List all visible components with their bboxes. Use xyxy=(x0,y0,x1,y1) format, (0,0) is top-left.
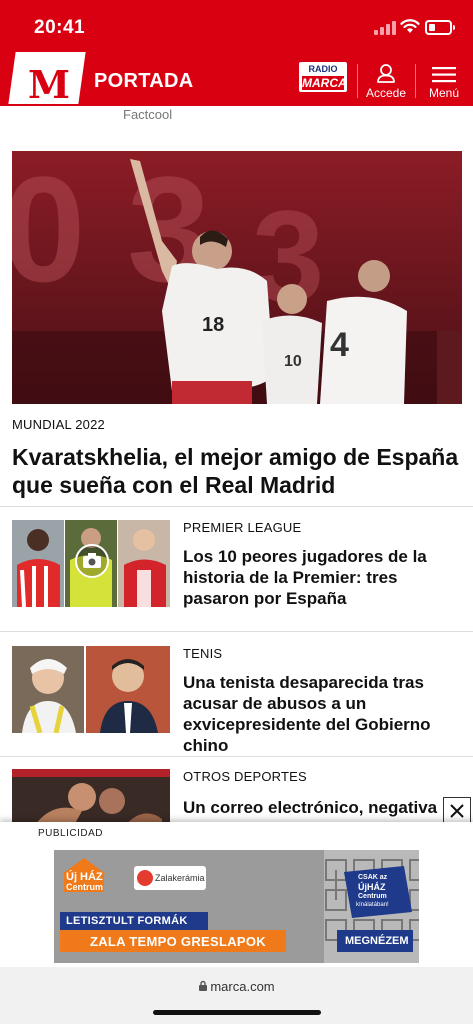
previous-item-source[interactable]: Factcool xyxy=(123,107,172,122)
ad-badge-line4: kínálatában! xyxy=(356,902,389,908)
ad-brand-line2: Centrum xyxy=(66,882,104,892)
ad-brand-zalakeramia: Zalakerámia xyxy=(155,873,205,883)
url-text: marca.com xyxy=(210,979,275,994)
article-kicker[interactable]: OTROS DEPORTES xyxy=(183,769,307,784)
divider xyxy=(0,756,473,757)
article-thumbnail[interactable] xyxy=(12,646,170,733)
ad-label: PUBLICIDAD xyxy=(38,828,104,839)
battery-icon xyxy=(425,20,455,35)
hero-photo: 0 3 3 18 10 4 xyxy=(12,151,462,404)
article-headline[interactable]: Los 10 peores jugadores de la historia d… xyxy=(183,546,463,609)
menu-button[interactable]: Menú xyxy=(420,60,468,104)
marca-label: MARCA xyxy=(302,76,347,90)
home-indicator[interactable] xyxy=(153,1010,321,1015)
ad-container: PUBLICIDAD Új HÁZ Centrum Zalakerámia LE… xyxy=(0,822,473,967)
close-icon xyxy=(450,804,464,818)
ad-headline-2: ZALA TEMPO GRESLAPOK xyxy=(90,934,266,949)
header-divider xyxy=(357,64,358,98)
article-thumbnail[interactable] xyxy=(12,520,170,607)
status-bar: 20:41 xyxy=(0,0,473,56)
lock-icon xyxy=(199,980,208,991)
ad-cta-button[interactable]: MEGNÉZEM xyxy=(345,935,409,947)
ad-badge-line2: ÚjHÁZ xyxy=(358,882,386,892)
marca-logo[interactable]: M xyxy=(28,62,70,107)
site-header: M PORTADA RADIO MARCA Accede Menú xyxy=(0,52,473,107)
status-time: 20:41 xyxy=(34,17,86,38)
account-label: Accede xyxy=(365,86,407,100)
svg-text:4: 4 xyxy=(330,326,349,364)
divider xyxy=(0,631,473,632)
ad-badge-line1: CSAK az xyxy=(358,874,388,881)
svg-text:18: 18 xyxy=(202,314,224,336)
cellular-signal-icon xyxy=(374,21,396,35)
header-divider xyxy=(415,64,416,98)
radio-marca-button[interactable]: RADIO MARCA xyxy=(299,62,347,92)
article-kicker[interactable]: PREMIER LEAGUE xyxy=(183,520,301,535)
divider xyxy=(0,506,473,507)
hero-kicker[interactable]: MUNDIAL 2022 xyxy=(12,417,105,432)
svg-text:10: 10 xyxy=(284,353,302,370)
hero-image[interactable]: 0 3 3 18 10 4 xyxy=(12,151,462,404)
browser-address-bar[interactable]: marca.com xyxy=(0,967,473,1024)
menu-label: Menú xyxy=(428,86,460,100)
ad-headline-1: LETISZTULT FORMÁK xyxy=(66,915,188,927)
url-display[interactable]: marca.com xyxy=(0,979,473,994)
article-headline[interactable]: Un correo electrónico, negativa xyxy=(183,797,463,818)
close-ad-button[interactable] xyxy=(443,797,471,825)
user-icon xyxy=(377,64,395,83)
article-headline[interactable]: Una tenista desaparecida tras acusar de … xyxy=(183,672,463,756)
news-feed: Factcool 0 3 3 18 10 4 MUNDIAL 2022 Kvar… xyxy=(0,106,473,822)
camera-icon xyxy=(75,544,109,578)
account-button[interactable]: Accede xyxy=(362,60,410,104)
article-kicker[interactable]: TENIS xyxy=(183,646,222,661)
article-thumbnail[interactable] xyxy=(12,769,170,822)
ad-badge-line3: Centrum xyxy=(358,893,387,900)
section-title: PORTADA xyxy=(94,70,194,92)
radio-label: RADIO xyxy=(308,64,338,74)
hamburger-icon xyxy=(432,67,456,83)
hero-headline[interactable]: Kvaratskhelia, el mejor amigo de España … xyxy=(12,443,462,499)
ad-banner[interactable]: Új HÁZ Centrum Zalakerámia LETISZTULT FO… xyxy=(54,850,419,963)
wifi-icon xyxy=(400,19,420,33)
